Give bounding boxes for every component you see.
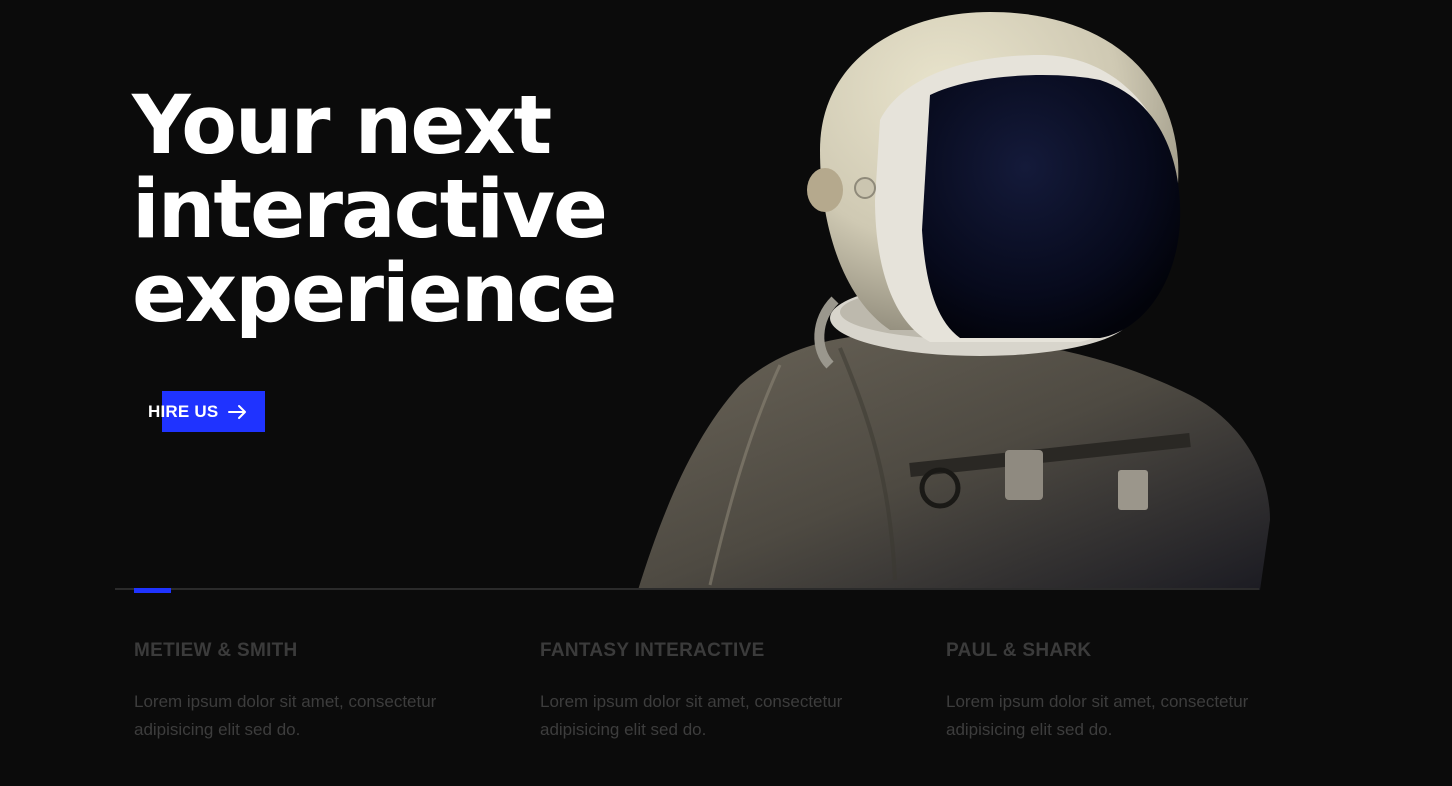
hero-title-line-3: experience xyxy=(132,247,617,341)
client-description: Lorem ipsum dolor sit amet, consectetur … xyxy=(946,692,1249,739)
client-name: FANTASY INTERACTIVE xyxy=(540,640,765,661)
hero-title-line-2: interactive xyxy=(132,163,608,257)
hero-title-line-1: Your next xyxy=(132,79,552,173)
slider-active-indicator[interactable] xyxy=(134,588,171,593)
hire-us-label: HIRE US xyxy=(148,401,219,421)
client-description: Lorem ipsum dolor sit amet, consectetur … xyxy=(540,692,843,739)
astronaut-image xyxy=(638,12,1270,590)
hire-us-button[interactable]: HIRE US xyxy=(148,391,265,432)
hero-title: Your next interactive experience xyxy=(132,84,692,336)
arrow-right-icon xyxy=(228,404,248,420)
client-item[interactable]: FANTASY INTERACTIVE Lorem ipsum dolor si… xyxy=(540,640,870,744)
client-name: METIEW & SMITH xyxy=(134,640,298,661)
client-name: PAUL & SHARK xyxy=(946,640,1092,661)
slider-divider xyxy=(115,588,1259,590)
client-item[interactable]: METIEW & SMITH Lorem ipsum dolor sit ame… xyxy=(134,640,464,744)
client-description: Lorem ipsum dolor sit amet, consectetur … xyxy=(134,692,437,739)
client-item[interactable]: PAUL & SHARK Lorem ipsum dolor sit amet,… xyxy=(946,640,1276,744)
